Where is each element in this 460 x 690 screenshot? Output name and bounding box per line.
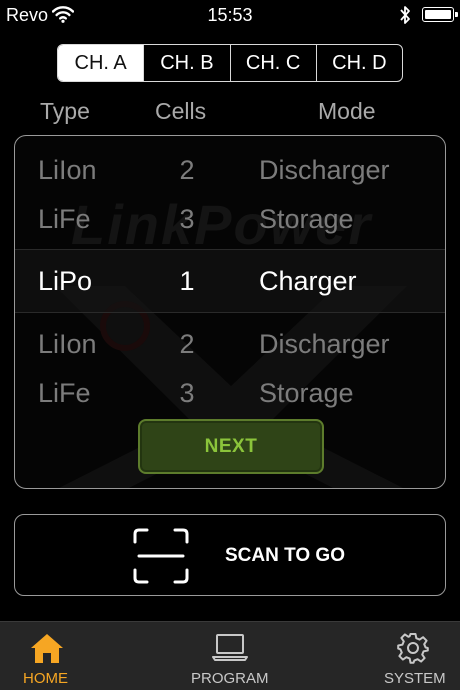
tab-home[interactable]: HOME — [0, 622, 92, 690]
battery-icon — [422, 7, 458, 22]
row-type: LiIon — [38, 155, 97, 185]
picker-row[interactable]: LiFe 3 Storage — [15, 197, 445, 241]
row-cells: 3 — [179, 204, 195, 234]
bottom-tab-bar: HOME PROGRAM SYSTEM — [0, 621, 460, 690]
tab-ch-c[interactable]: CH. C — [229, 45, 316, 81]
tab-program-label: PROGRAM — [191, 670, 269, 687]
column-header-mode: Mode — [318, 98, 376, 124]
scan-frame-icon — [133, 528, 189, 589]
home-icon — [30, 632, 64, 669]
row-cells: 2 — [179, 155, 195, 185]
row-cells: 3 — [179, 378, 195, 408]
tab-ch-b[interactable]: CH. B — [143, 45, 229, 81]
row-type: LiPo — [38, 266, 93, 296]
row-mode: Discharger — [259, 155, 390, 185]
row-mode: Discharger — [259, 329, 390, 359]
tab-program[interactable]: PROGRAM — [180, 622, 280, 690]
row-type: LiFe — [38, 204, 91, 234]
clock: 15:53 — [207, 5, 253, 25]
picker-row[interactable]: LiFe 3 Storage — [15, 371, 445, 415]
row-cells: 1 — [179, 266, 195, 296]
row-cells: 2 — [179, 329, 195, 359]
tab-ch-d[interactable]: CH. D — [315, 45, 402, 81]
tab-home-label: HOME — [23, 670, 68, 687]
scan-to-go-button[interactable]: SCAN TO GO — [14, 514, 446, 596]
picker-row[interactable]: LiIon 2 Discharger — [15, 322, 445, 366]
row-type: LiIon — [38, 329, 97, 359]
scan-to-go-label: SCAN TO GO — [225, 545, 345, 566]
row-type: LiFe — [38, 378, 91, 408]
tab-system-label: SYSTEM — [384, 670, 446, 687]
next-button-label: NEXT — [204, 435, 258, 457]
battery-picker-panel[interactable]: LinkPower LiIon 2 Discharger LiFe 3 Stor… — [14, 135, 446, 489]
row-mode: Storage — [259, 204, 354, 234]
status-bar: Revo 15:53 — [0, 0, 460, 30]
row-mode: Charger — [259, 266, 357, 296]
next-button[interactable]: NEXT — [138, 419, 324, 474]
tab-ch-a[interactable]: CH. A — [58, 45, 144, 81]
channel-tabs: CH. A CH. B CH. C CH. D — [57, 44, 403, 82]
row-mode: Storage — [259, 378, 354, 408]
picker-row-selected[interactable]: LiPo 1 Charger — [15, 259, 445, 303]
column-header-type: Type — [40, 98, 90, 124]
laptop-icon — [212, 632, 248, 667]
picker-row[interactable]: LiIon 2 Discharger — [15, 148, 445, 192]
tab-system[interactable]: SYSTEM — [370, 622, 460, 690]
gear-icon — [397, 632, 429, 669]
bluetooth-icon — [399, 5, 411, 30]
column-header-cells: Cells — [155, 98, 207, 124]
